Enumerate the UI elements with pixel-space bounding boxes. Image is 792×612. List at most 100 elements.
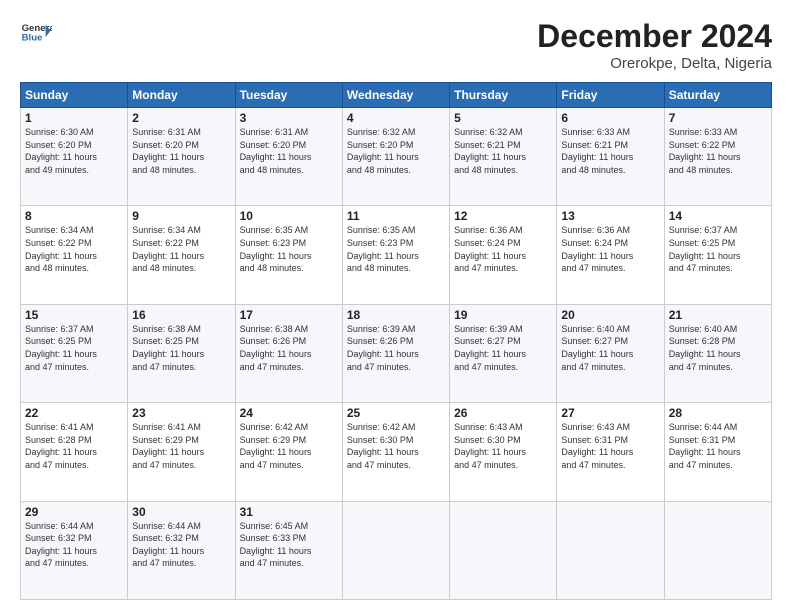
table-row: 10 Sunrise: 6:35 AMSunset: 6:23 PMDaylig… <box>235 206 342 304</box>
table-row: 29 Sunrise: 6:44 AMSunset: 6:32 PMDaylig… <box>21 501 128 599</box>
day-info: Sunrise: 6:38 AMSunset: 6:25 PMDaylight:… <box>132 323 230 373</box>
day-info: Sunrise: 6:35 AMSunset: 6:23 PMDaylight:… <box>347 224 445 274</box>
day-info: Sunrise: 6:36 AMSunset: 6:24 PMDaylight:… <box>561 224 659 274</box>
table-row: 25 Sunrise: 6:42 AMSunset: 6:30 PMDaylig… <box>342 403 449 501</box>
day-info: Sunrise: 6:38 AMSunset: 6:26 PMDaylight:… <box>240 323 338 373</box>
table-row: 8 Sunrise: 6:34 AMSunset: 6:22 PMDayligh… <box>21 206 128 304</box>
day-number: 8 <box>25 209 123 223</box>
table-row: 2 Sunrise: 6:31 AMSunset: 6:20 PMDayligh… <box>128 108 235 206</box>
day-info: Sunrise: 6:43 AMSunset: 6:31 PMDaylight:… <box>561 421 659 471</box>
table-row: 15 Sunrise: 6:37 AMSunset: 6:25 PMDaylig… <box>21 304 128 402</box>
day-number: 15 <box>25 308 123 322</box>
table-row: 13 Sunrise: 6:36 AMSunset: 6:24 PMDaylig… <box>557 206 664 304</box>
table-row <box>342 501 449 599</box>
day-number: 27 <box>561 406 659 420</box>
col-thursday: Thursday <box>450 83 557 108</box>
day-number: 18 <box>347 308 445 322</box>
col-friday: Friday <box>557 83 664 108</box>
col-sunday: Sunday <box>21 83 128 108</box>
day-info: Sunrise: 6:34 AMSunset: 6:22 PMDaylight:… <box>25 224 123 274</box>
day-number: 11 <box>347 209 445 223</box>
day-info: Sunrise: 6:35 AMSunset: 6:23 PMDaylight:… <box>240 224 338 274</box>
table-row: 27 Sunrise: 6:43 AMSunset: 6:31 PMDaylig… <box>557 403 664 501</box>
calendar: Sunday Monday Tuesday Wednesday Thursday… <box>20 82 772 600</box>
title-block: December 2024 Orerokpe, Delta, Nigeria <box>537 18 772 72</box>
calendar-row: 22 Sunrise: 6:41 AMSunset: 6:28 PMDaylig… <box>21 403 772 501</box>
table-row: 4 Sunrise: 6:32 AMSunset: 6:20 PMDayligh… <box>342 108 449 206</box>
header: General Blue December 2024 Orerokpe, Del… <box>20 18 772 72</box>
month-title: December 2024 <box>537 18 772 55</box>
day-number: 14 <box>669 209 767 223</box>
day-number: 22 <box>25 406 123 420</box>
table-row: 18 Sunrise: 6:39 AMSunset: 6:26 PMDaylig… <box>342 304 449 402</box>
table-row: 1 Sunrise: 6:30 AMSunset: 6:20 PMDayligh… <box>21 108 128 206</box>
logo-icon: General Blue <box>20 18 52 50</box>
table-row: 26 Sunrise: 6:43 AMSunset: 6:30 PMDaylig… <box>450 403 557 501</box>
day-number: 31 <box>240 505 338 519</box>
table-row: 14 Sunrise: 6:37 AMSunset: 6:25 PMDaylig… <box>664 206 771 304</box>
day-number: 12 <box>454 209 552 223</box>
table-row: 31 Sunrise: 6:45 AMSunset: 6:33 PMDaylig… <box>235 501 342 599</box>
day-number: 1 <box>25 111 123 125</box>
calendar-row: 1 Sunrise: 6:30 AMSunset: 6:20 PMDayligh… <box>21 108 772 206</box>
day-info: Sunrise: 6:42 AMSunset: 6:29 PMDaylight:… <box>240 421 338 471</box>
day-info: Sunrise: 6:32 AMSunset: 6:21 PMDaylight:… <box>454 126 552 176</box>
day-info: Sunrise: 6:41 AMSunset: 6:28 PMDaylight:… <box>25 421 123 471</box>
table-row: 6 Sunrise: 6:33 AMSunset: 6:21 PMDayligh… <box>557 108 664 206</box>
page: General Blue December 2024 Orerokpe, Del… <box>0 0 792 612</box>
day-info: Sunrise: 6:34 AMSunset: 6:22 PMDaylight:… <box>132 224 230 274</box>
day-number: 9 <box>132 209 230 223</box>
day-number: 25 <box>347 406 445 420</box>
day-info: Sunrise: 6:44 AMSunset: 6:32 PMDaylight:… <box>132 520 230 570</box>
day-number: 17 <box>240 308 338 322</box>
day-info: Sunrise: 6:31 AMSunset: 6:20 PMDaylight:… <box>132 126 230 176</box>
day-info: Sunrise: 6:44 AMSunset: 6:32 PMDaylight:… <box>25 520 123 570</box>
table-row: 22 Sunrise: 6:41 AMSunset: 6:28 PMDaylig… <box>21 403 128 501</box>
table-row: 5 Sunrise: 6:32 AMSunset: 6:21 PMDayligh… <box>450 108 557 206</box>
table-row <box>664 501 771 599</box>
day-info: Sunrise: 6:39 AMSunset: 6:27 PMDaylight:… <box>454 323 552 373</box>
table-row: 17 Sunrise: 6:38 AMSunset: 6:26 PMDaylig… <box>235 304 342 402</box>
col-saturday: Saturday <box>664 83 771 108</box>
col-monday: Monday <box>128 83 235 108</box>
day-number: 26 <box>454 406 552 420</box>
table-row: 19 Sunrise: 6:39 AMSunset: 6:27 PMDaylig… <box>450 304 557 402</box>
table-row <box>450 501 557 599</box>
table-row: 16 Sunrise: 6:38 AMSunset: 6:25 PMDaylig… <box>128 304 235 402</box>
table-row: 11 Sunrise: 6:35 AMSunset: 6:23 PMDaylig… <box>342 206 449 304</box>
day-info: Sunrise: 6:37 AMSunset: 6:25 PMDaylight:… <box>669 224 767 274</box>
day-number: 6 <box>561 111 659 125</box>
day-number: 29 <box>25 505 123 519</box>
col-tuesday: Tuesday <box>235 83 342 108</box>
day-info: Sunrise: 6:39 AMSunset: 6:26 PMDaylight:… <box>347 323 445 373</box>
day-number: 5 <box>454 111 552 125</box>
table-row: 20 Sunrise: 6:40 AMSunset: 6:27 PMDaylig… <box>557 304 664 402</box>
day-info: Sunrise: 6:40 AMSunset: 6:27 PMDaylight:… <box>561 323 659 373</box>
table-row: 24 Sunrise: 6:42 AMSunset: 6:29 PMDaylig… <box>235 403 342 501</box>
day-number: 23 <box>132 406 230 420</box>
table-row: 7 Sunrise: 6:33 AMSunset: 6:22 PMDayligh… <box>664 108 771 206</box>
table-row: 30 Sunrise: 6:44 AMSunset: 6:32 PMDaylig… <box>128 501 235 599</box>
calendar-row: 29 Sunrise: 6:44 AMSunset: 6:32 PMDaylig… <box>21 501 772 599</box>
day-info: Sunrise: 6:42 AMSunset: 6:30 PMDaylight:… <box>347 421 445 471</box>
day-number: 4 <box>347 111 445 125</box>
svg-text:Blue: Blue <box>22 32 43 43</box>
day-info: Sunrise: 6:30 AMSunset: 6:20 PMDaylight:… <box>25 126 123 176</box>
day-number: 28 <box>669 406 767 420</box>
day-info: Sunrise: 6:41 AMSunset: 6:29 PMDaylight:… <box>132 421 230 471</box>
day-number: 21 <box>669 308 767 322</box>
calendar-header-row: Sunday Monday Tuesday Wednesday Thursday… <box>21 83 772 108</box>
table-row: 28 Sunrise: 6:44 AMSunset: 6:31 PMDaylig… <box>664 403 771 501</box>
table-row <box>557 501 664 599</box>
table-row: 21 Sunrise: 6:40 AMSunset: 6:28 PMDaylig… <box>664 304 771 402</box>
day-number: 24 <box>240 406 338 420</box>
day-info: Sunrise: 6:44 AMSunset: 6:31 PMDaylight:… <box>669 421 767 471</box>
day-info: Sunrise: 6:43 AMSunset: 6:30 PMDaylight:… <box>454 421 552 471</box>
location-title: Orerokpe, Delta, Nigeria <box>537 55 772 72</box>
day-number: 13 <box>561 209 659 223</box>
day-info: Sunrise: 6:31 AMSunset: 6:20 PMDaylight:… <box>240 126 338 176</box>
day-number: 3 <box>240 111 338 125</box>
day-info: Sunrise: 6:37 AMSunset: 6:25 PMDaylight:… <box>25 323 123 373</box>
table-row: 12 Sunrise: 6:36 AMSunset: 6:24 PMDaylig… <box>450 206 557 304</box>
day-info: Sunrise: 6:33 AMSunset: 6:21 PMDaylight:… <box>561 126 659 176</box>
